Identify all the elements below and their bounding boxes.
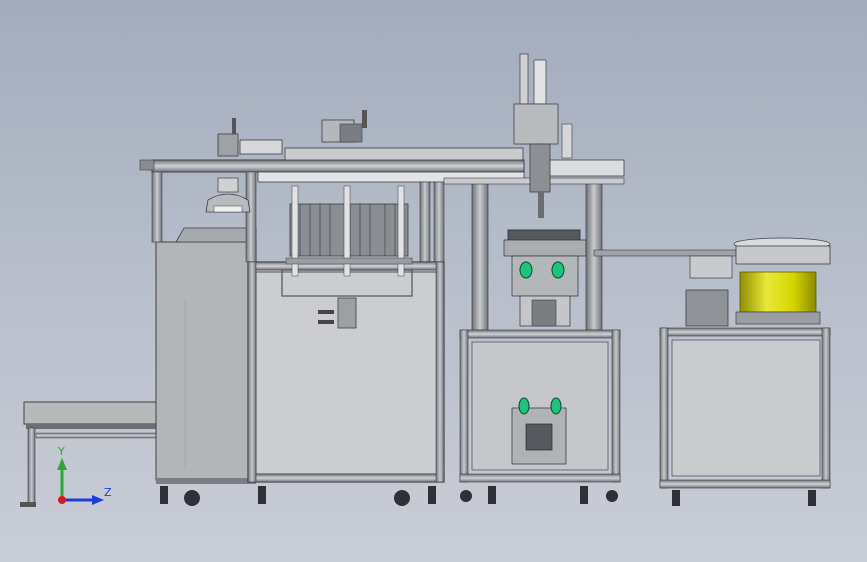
z-axis-arrowhead: [92, 495, 104, 505]
coordinate-triad: Y Z: [57, 445, 112, 505]
cad-viewport[interactable]: Y Z: [0, 0, 867, 562]
y-axis-arrowhead: [57, 458, 67, 470]
y-axis-label: Y: [57, 445, 65, 458]
origin-point: [58, 496, 66, 504]
z-axis-label: Z: [104, 486, 112, 499]
